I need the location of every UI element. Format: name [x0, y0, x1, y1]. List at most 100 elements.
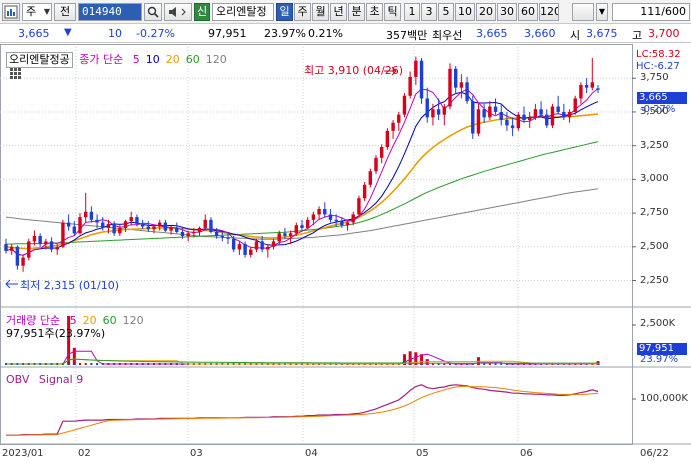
candle-body — [95, 219, 99, 223]
candle-body — [442, 106, 447, 115]
candle-body — [408, 76, 412, 96]
obv-label[interactable]: OBV — [6, 373, 29, 386]
ma-indicator-label[interactable]: 종가 단순 — [79, 53, 123, 66]
market-select[interactable]: 주 ▼ — [22, 3, 52, 21]
candle-body — [66, 222, 71, 227]
current-pct-tag: -0.27% — [640, 104, 676, 115]
high-annotation: 최고 3,910 (04/26) — [304, 64, 404, 77]
interval-tab-30[interactable]: 30 — [497, 3, 517, 21]
candle-body — [505, 120, 509, 126]
stock-code-input[interactable]: 014940 — [78, 3, 142, 21]
candle-body — [271, 241, 276, 247]
candle-body — [414, 60, 418, 77]
candle-body — [397, 114, 401, 123]
search-icon[interactable] — [144, 3, 162, 21]
ma-period-20[interactable]: 20 — [166, 53, 180, 66]
best-quote-label: 최우선 — [432, 29, 463, 42]
period-tab-1[interactable]: 주 — [294, 3, 311, 21]
candle-body — [152, 226, 156, 230]
stock-name-chip[interactable]: 오리엔탈정공 — [6, 52, 73, 68]
interval-tab-3[interactable]: 3 — [421, 3, 437, 21]
current-price-tag: 3,665 — [637, 92, 687, 104]
candle-body — [209, 219, 213, 232]
obv-signal-label[interactable]: Signal 9 — [39, 373, 83, 386]
interval-tab-60[interactable]: 60 — [518, 3, 538, 21]
candle-body — [596, 88, 600, 90]
candle-body — [391, 122, 395, 131]
page-counter[interactable]: 111/600 — [612, 3, 690, 21]
candle-body — [368, 171, 373, 185]
trade-value: 357백만 — [386, 29, 428, 42]
candle-body — [249, 249, 253, 255]
plot-frame — [0, 44, 633, 445]
ma-period-60[interactable]: 60 — [186, 53, 200, 66]
price-chart-svg[interactable] — [0, 44, 691, 463]
x-axis-label: 03 — [190, 448, 203, 459]
period-tab-5[interactable]: 초 — [366, 3, 383, 21]
candle-body — [300, 225, 304, 228]
candle-body — [214, 231, 219, 237]
price-change: 10 — [108, 27, 122, 40]
low-arrow-icon — [5, 279, 18, 289]
candle-body — [471, 101, 475, 134]
candle-body — [351, 214, 355, 223]
prefix-button[interactable]: 전 — [54, 3, 76, 21]
chart-window-icon[interactable] — [2, 3, 20, 21]
candle-body — [78, 217, 82, 234]
candle-body — [283, 233, 287, 237]
open-price: 3,675 — [586, 27, 618, 40]
candle-body — [522, 114, 526, 121]
period-tab-0[interactable]: 일 — [276, 3, 293, 21]
candle-body — [323, 209, 327, 215]
price-change-pct: -0.27% — [136, 27, 175, 40]
volume-y-tick: 2,500K — [640, 318, 676, 329]
candle-body — [579, 84, 583, 99]
candle-body — [488, 106, 492, 118]
interval-input[interactable] — [572, 3, 594, 21]
candle-body — [545, 114, 549, 126]
obv-y-tick: 100,000K — [640, 393, 688, 404]
candle-body — [305, 219, 310, 228]
candle-body — [21, 257, 25, 266]
speaker-icon[interactable] — [164, 3, 192, 21]
high-label: 고 — [632, 29, 643, 42]
lc-label: LC:58.32 — [636, 49, 681, 60]
ma-period-120[interactable]: 120 — [206, 53, 227, 66]
period-tab-6[interactable]: 틱 — [384, 3, 401, 21]
candle-body — [135, 217, 139, 224]
candle-body — [357, 198, 361, 215]
ma-period-10[interactable]: 10 — [146, 53, 160, 66]
candle-body — [203, 219, 207, 228]
candle-body — [459, 82, 464, 88]
period-tab-4[interactable]: 분 — [348, 3, 365, 21]
chevron-down-icon[interactable]: ▼ — [596, 3, 608, 21]
interval-tab-20[interactable]: 20 — [476, 3, 496, 21]
chart-area[interactable]: 오리엔탈정공 종가 단순 5 10 20 60 120 LC:58.32 HC:-6.2… — [0, 44, 691, 463]
stock-name-field[interactable]: 오리엔탈정 — [212, 3, 274, 21]
candle-body — [288, 233, 293, 237]
candle-body — [61, 222, 65, 247]
candle-body — [180, 231, 185, 237]
volume-ma-period-120[interactable]: 120 — [123, 314, 144, 327]
ma-period-5[interactable]: 5 — [133, 53, 140, 66]
candle-body — [101, 222, 105, 228]
chevron-down-icon[interactable]: ▼ — [44, 4, 50, 20]
interval-tab-5[interactable]: 5 — [438, 3, 454, 21]
price-y-tick: 2,500 — [640, 240, 669, 252]
period-tab-2[interactable]: 월 — [312, 3, 329, 21]
price-y-tick: 2,250 — [640, 274, 669, 286]
candle-body — [89, 211, 94, 220]
interval-tab-1[interactable]: 1 — [404, 3, 420, 21]
period-tab-3[interactable]: 년 — [330, 3, 347, 21]
interval-tab-10[interactable]: 10 — [455, 3, 475, 21]
volume-bar — [72, 347, 76, 365]
candle-body — [590, 82, 595, 88]
candle-body — [254, 241, 259, 250]
candle-body — [277, 233, 281, 242]
candle-body — [243, 244, 247, 255]
candle-body — [260, 241, 264, 250]
candle-body — [436, 109, 441, 115]
volume-bar — [84, 363, 87, 365]
interval-tab-120[interactable]: 120 — [539, 3, 559, 21]
x-axis-label: 02 — [78, 448, 91, 459]
